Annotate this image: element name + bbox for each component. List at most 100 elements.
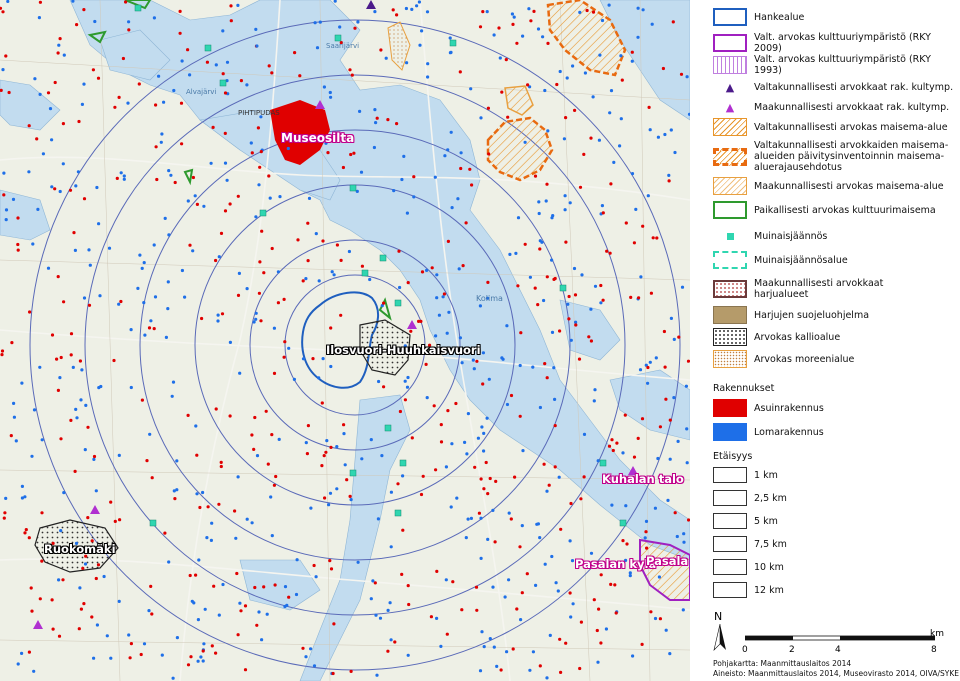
building-point xyxy=(38,0,43,4)
building-point xyxy=(471,358,475,362)
building-point xyxy=(598,53,602,57)
building-point xyxy=(536,27,541,31)
building-point xyxy=(402,154,406,158)
building-point xyxy=(401,528,405,532)
building-point xyxy=(128,656,132,660)
building-point xyxy=(386,649,390,653)
credit-basemap: Pohjakartta: Maanmittauslaitos 2014 xyxy=(713,659,852,668)
building-point xyxy=(138,253,142,257)
building-point xyxy=(505,324,509,328)
building-point xyxy=(486,492,490,496)
building-point xyxy=(555,82,559,87)
building-point xyxy=(225,178,229,182)
building-point xyxy=(147,609,151,613)
building-point xyxy=(117,453,121,457)
building-point xyxy=(374,613,378,617)
building-point xyxy=(443,154,447,158)
building-point xyxy=(14,439,18,443)
building-point xyxy=(250,521,254,525)
building-point xyxy=(243,668,248,672)
building-point xyxy=(245,287,249,291)
building-point xyxy=(150,476,154,480)
building-point xyxy=(11,197,16,201)
building-point xyxy=(475,608,479,612)
building-point xyxy=(557,475,561,479)
scale-bar-graphic xyxy=(744,635,936,641)
rky1993-swatch xyxy=(713,56,747,74)
building-point xyxy=(228,202,232,206)
building-point xyxy=(201,659,205,663)
building-point xyxy=(59,529,63,533)
building-point xyxy=(607,444,612,448)
building-point xyxy=(407,602,411,607)
building-point xyxy=(283,340,287,344)
building-point xyxy=(16,662,20,666)
building-point xyxy=(482,487,486,491)
building-point xyxy=(142,261,146,265)
building-point xyxy=(2,516,6,520)
legend-valt-maisema: Valtakunnallisesti arvokas maisema-alue xyxy=(713,118,948,136)
building-point xyxy=(479,116,483,120)
building-point xyxy=(175,636,179,640)
building-point xyxy=(477,511,481,515)
building-point xyxy=(525,572,529,576)
building-point xyxy=(332,273,336,277)
building-point xyxy=(221,72,225,76)
building-point xyxy=(406,584,410,588)
valt-maisema-swatch xyxy=(713,118,747,136)
building-point xyxy=(314,575,318,579)
legend-label: Muinaisjäännösalue xyxy=(754,254,848,266)
building-point xyxy=(420,270,425,274)
building-point xyxy=(392,189,396,193)
building-point xyxy=(254,311,258,315)
building-point xyxy=(533,174,538,178)
building-point xyxy=(669,128,673,132)
building-point xyxy=(79,398,83,402)
building-point xyxy=(272,371,277,375)
building-point xyxy=(574,323,578,327)
map-view[interactable]: Museosilta Ilosvuori-Huuhkaisvuori Ruoko… xyxy=(0,0,690,681)
building-point xyxy=(478,25,483,29)
building-point xyxy=(552,277,556,281)
building-point xyxy=(538,247,542,251)
building-point xyxy=(434,468,438,472)
building-point xyxy=(379,48,383,52)
label-ilosvuori: Ilosvuori-Huuhkaisvuori xyxy=(326,343,481,357)
building-point xyxy=(270,71,274,75)
building-point xyxy=(304,655,308,659)
building-point xyxy=(268,196,272,200)
building-point xyxy=(514,251,518,255)
building-point xyxy=(482,431,486,435)
building-point xyxy=(57,634,62,638)
building-point xyxy=(650,22,654,26)
building-point xyxy=(55,357,59,361)
map-canvas xyxy=(0,0,690,681)
rky2009-swatch xyxy=(713,34,747,52)
label-kuhalan-talo: Kuhalan talo xyxy=(602,472,684,486)
building-point xyxy=(30,454,34,458)
credit-sources: Aineisto: Maanmittauslaitos 2014, Museov… xyxy=(713,669,960,678)
building-point xyxy=(239,79,243,83)
building-point xyxy=(305,452,309,456)
building-point xyxy=(189,655,193,659)
building-point xyxy=(250,151,254,155)
scale-tick-8: 8 xyxy=(931,645,937,655)
building-point xyxy=(236,194,240,198)
building-point xyxy=(455,496,459,500)
building-point xyxy=(444,465,448,469)
building-point xyxy=(167,233,171,237)
building-point xyxy=(482,645,486,649)
building-point xyxy=(487,152,491,156)
building-point xyxy=(587,335,591,339)
building-point xyxy=(20,651,24,656)
legend-label: Muinaisjäännös xyxy=(754,230,828,242)
building-point xyxy=(199,655,203,659)
building-point xyxy=(523,140,527,144)
building-point xyxy=(579,497,583,501)
legend-label: Maakunnallisesti arvokas maisema-alue xyxy=(754,180,944,192)
building-point xyxy=(95,185,99,190)
building-point xyxy=(157,74,161,78)
building-point xyxy=(252,447,256,451)
building-point xyxy=(518,414,522,418)
scale-tick-2: 2 xyxy=(789,645,795,655)
